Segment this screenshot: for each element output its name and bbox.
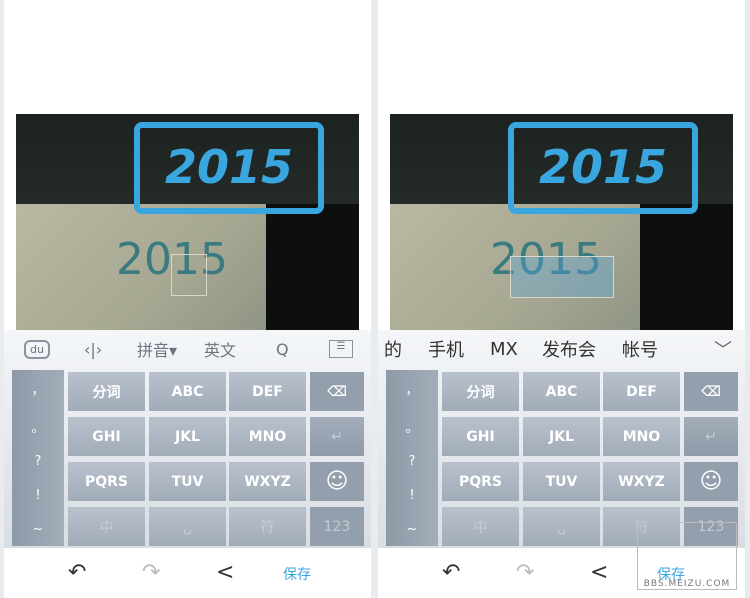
space-key[interactable]: ␣ (149, 507, 226, 546)
undo-icon[interactable]: ↶ (68, 560, 86, 585)
redo-icon[interactable]: ↷ (142, 560, 160, 585)
candidate-word[interactable]: MX (490, 339, 518, 360)
tuv-key[interactable]: TUV (523, 462, 600, 501)
jkl-key[interactable]: JKL (523, 417, 600, 456)
split-key[interactable]: 分词 (68, 372, 145, 411)
enter-key[interactable]: ↵ (684, 417, 738, 456)
punctuation-column[interactable]: ， 。?! ~ (12, 370, 64, 546)
keyboard-toolbar: du ‹|› 拼音▾ 英文 Q ☰ (4, 330, 371, 368)
search-icon[interactable]: Q (276, 340, 289, 359)
def-key[interactable]: DEF (603, 372, 680, 411)
watermark: BBS.MEIZU.COM (637, 522, 737, 590)
candidate-word[interactable]: 的 (384, 336, 402, 362)
punct-key[interactable]: ， (31, 379, 44, 398)
selection-box[interactable] (510, 256, 614, 298)
punct-key[interactable]: ! (35, 488, 40, 503)
backspace-key[interactable]: ⌫ (310, 372, 364, 411)
def-key[interactable]: DEF (229, 372, 306, 411)
enter-key[interactable]: ↵ (310, 417, 364, 456)
candidate-bar: 的手机 MX 发布会 帐号 ﹀ (378, 330, 745, 368)
cursor-move-icon[interactable]: ‹|› (84, 340, 102, 359)
keyboard: du ‹|› 拼音▾ 英文 Q ☰ ， 。?! ~ 分词 ABC DEF ⌫ GHI JKL MNO… (4, 330, 371, 548)
handwriting-box: 2015 (134, 122, 324, 214)
share-icon[interactable]: < (216, 560, 234, 585)
chinese-key[interactable]: 中 (68, 507, 145, 546)
jkl-key[interactable]: JKL (149, 417, 226, 456)
candidate-word[interactable]: 手机 (428, 336, 464, 362)
number-key[interactable]: 123 (310, 507, 364, 546)
pqrs-key[interactable]: PQRS (68, 462, 145, 501)
symbol-key[interactable]: 符 (229, 507, 306, 546)
punct-key[interactable]: 。 (31, 417, 44, 436)
undo-icon[interactable]: ↶ (442, 560, 460, 585)
space-key[interactable]: ␣ (523, 507, 600, 546)
redo-icon[interactable]: ↷ (516, 560, 534, 585)
candidate-word[interactable]: 发布会 (542, 336, 596, 362)
split-key[interactable]: 分词 (442, 372, 519, 411)
chinese-key[interactable]: 中 (442, 507, 519, 546)
share-icon[interactable]: < (590, 560, 608, 585)
wxyz-key[interactable]: WXYZ (229, 462, 306, 501)
background (266, 204, 359, 330)
handwriting-box: 2015 (508, 122, 698, 214)
tuv-key[interactable]: TUV (149, 462, 226, 501)
punct-key[interactable]: ! (409, 488, 414, 503)
punctuation-column[interactable]: ， 。?! ~ (386, 370, 438, 546)
expand-candidates-icon[interactable]: ﹀ (714, 336, 732, 362)
keyboard-hide-icon[interactable]: ☰ (329, 340, 353, 358)
right-screen: 2015 2015 的手机 MX 发布会 帐号 ﹀ ， 。?! ~ 分词 ABC DEF ⌫ GHI JK… (378, 0, 745, 598)
left-screen: 2015 2015 du ‹|› 拼音▾ 英文 Q ☰ ， 。?! ~ 分词 ABC DEF… (4, 0, 371, 598)
wxyz-key[interactable]: WXYZ (603, 462, 680, 501)
background (640, 204, 733, 330)
pinyin-button[interactable]: 拼音▾ (137, 337, 177, 361)
photo: 2015 2015 (390, 114, 733, 330)
ghi-key[interactable]: GHI (442, 417, 519, 456)
photo: 2015 2015 (16, 114, 359, 330)
punct-key[interactable]: ~ (33, 522, 44, 537)
baidu-logo[interactable]: du (24, 339, 50, 359)
mno-key[interactable]: MNO (229, 417, 306, 456)
punct-key[interactable]: ， (405, 379, 418, 398)
backspace-key[interactable]: ⌫ (684, 372, 738, 411)
pqrs-key[interactable]: PQRS (442, 462, 519, 501)
selection-box[interactable] (171, 254, 207, 296)
ghi-key[interactable]: GHI (68, 417, 145, 456)
mno-key[interactable]: MNO (603, 417, 680, 456)
abc-key[interactable]: ABC (523, 372, 600, 411)
candidate-word[interactable]: 帐号 (622, 336, 658, 362)
punct-key[interactable]: ? (35, 454, 42, 469)
punct-key[interactable]: 。 (405, 417, 418, 436)
bottom-bar: ↶ ↷ < 保存 (4, 548, 371, 598)
abc-key[interactable]: ABC (149, 372, 226, 411)
emoji-key[interactable]: ☺ (684, 462, 738, 501)
emoji-key[interactable]: ☺ (310, 462, 364, 501)
save-button[interactable]: 保存 (283, 564, 311, 584)
english-button[interactable]: 英文 (204, 337, 236, 361)
punct-key[interactable]: ~ (407, 522, 418, 537)
keyboard: 的手机 MX 发布会 帐号 ﹀ ， 。?! ~ 分词 ABC DEF ⌫ GHI JKL MNO ↵ PQRS T… (378, 330, 745, 548)
punct-key[interactable]: ? (409, 454, 416, 469)
